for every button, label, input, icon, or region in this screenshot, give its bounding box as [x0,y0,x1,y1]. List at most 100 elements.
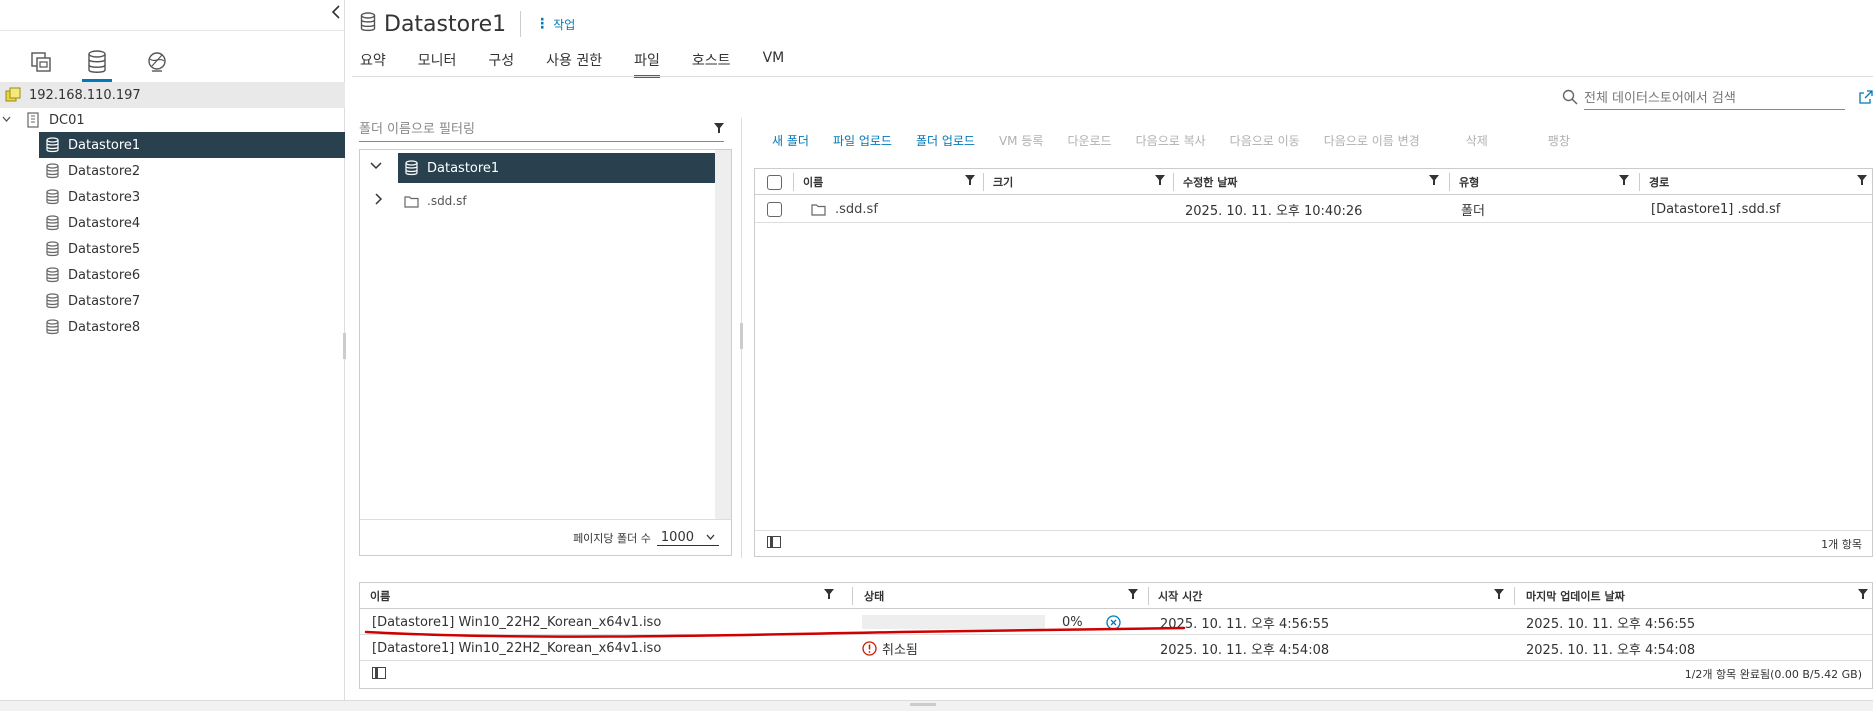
task-row[interactable]: [Datastore1] Win10_22H2_Korean_x64v1.iso… [360,635,1872,661]
inflate-button[interactable]: 팽창 [1548,132,1570,152]
chevron-right-icon[interactable] [374,193,384,209]
folder-tree-scrollbar[interactable] [715,150,731,520]
task-row[interactable]: [Datastore1] Win10_22H2_Korean_x64v1.iso… [360,609,1872,635]
cancel-upload-icon[interactable] [1106,609,1121,635]
column-header-size[interactable]: 크기 [983,169,1173,195]
tree-item-datastore1[interactable]: Datastore1 [39,132,345,158]
navigator-resize-handle[interactable] [343,333,346,359]
tab-hosts[interactable]: 호스트 [692,46,731,76]
chevron-down-icon [706,530,715,545]
table-row[interactable]: .sdd.sf 2025. 10. 11. 오후 10:40:26 폴더 [Da… [755,195,1872,223]
tree-item-datastore5[interactable]: Datastore5 [39,236,345,262]
folder-filter-input[interactable] [359,122,714,137]
main-content: Datastore1 ⋮ 작업 요약 모니터 구성 사용 권한 파일 호스트 V… [352,0,1873,700]
actions-menu-button[interactable]: ⋮ 작업 [535,16,575,33]
tree-item-datastore6[interactable]: Datastore6 [39,262,345,288]
page-title: Datastore1 [384,11,507,37]
tab-summary[interactable]: 요약 [360,46,386,76]
filter-icon[interactable] [1494,589,1504,602]
column-header-status[interactable]: 상태 [852,583,1148,609]
tree-item-datastore2[interactable]: Datastore2 [39,158,345,184]
filter-icon[interactable] [1619,175,1629,188]
column-header-last-updated[interactable]: 마지막 업데이트 날짜 [1514,583,1872,609]
folder-tree-panel: Datastore1 .sdd.sf 페이지당 폴더 수 1000 [359,149,732,556]
network-icon[interactable] [140,44,174,80]
filter-icon[interactable] [1429,175,1439,188]
tree-item-datacenter[interactable]: DC01 [0,107,345,133]
tree-item-datastore8[interactable]: Datastore8 [39,314,345,340]
datacenter-label: DC01 [49,112,85,128]
cell-name[interactable]: .sdd.sf [835,195,878,223]
vcenter-icon [4,86,22,104]
column-header-type[interactable]: 유형 [1449,169,1639,195]
upload-tasks-panel: 이름 상태 시작 시간 마지막 업데이트 날짜 [Datastore1] Win… [359,582,1873,689]
cell-path: [Datastore1] .sdd.sf [1651,201,1781,217]
folder-tree-root[interactable]: Datastore1 [398,153,717,183]
column-header-modified[interactable]: 수정한 날짜 [1173,169,1449,195]
task-status-text: 취소됨 [882,642,918,658]
tree-item-host[interactable]: 192.168.110.197 [0,82,345,108]
filter-icon[interactable] [965,175,975,188]
upload-folder-button[interactable]: 폴더 업로드 [916,132,975,152]
bottom-panel-bar [0,700,1873,711]
tab-monitor[interactable]: 모니터 [418,46,457,76]
filter-icon[interactable] [1857,175,1867,188]
tab-files[interactable]: 파일 [634,46,660,78]
host-ip-label: 192.168.110.197 [29,87,141,103]
datastore-icon [43,266,61,284]
files-grid: 이름 크기 수정한 날짜 유형 경로 .sdd.sf 2025. 10. 11.… [754,168,1873,557]
column-header-name[interactable]: 이름 [793,169,983,195]
tasks-footer: 1/2개 항목 완료됨(0.00 B/5.42 GB) [360,660,1872,688]
collapse-navigator-icon[interactable] [330,4,346,24]
chevron-down-icon[interactable] [370,160,382,175]
cell-modified: 2025. 10. 11. 오후 10:40:26 [1185,203,1363,219]
upload-files-button[interactable]: 파일 업로드 [833,132,892,152]
filter-icon[interactable] [824,589,834,602]
move-to-button[interactable]: 다음으로 이동 [1230,132,1300,152]
bottom-resize-handle[interactable] [910,703,936,706]
filter-icon[interactable] [1858,589,1868,602]
column-header-path[interactable]: 경로 [1639,169,1871,195]
column-header-start-time[interactable]: 시작 시간 [1148,583,1514,609]
chevron-down-icon[interactable] [2,113,12,128]
tree-item-datastore4[interactable]: Datastore4 [39,210,345,236]
datastore-icon [43,214,61,232]
per-page-label: 페이지당 폴더 수 [573,531,651,545]
panel-resize-handle[interactable] [740,323,743,349]
task-start-time: 2025. 10. 11. 오후 4:54:08 [1160,642,1330,658]
tab-vms[interactable]: VM [763,46,785,76]
datastore-icon [43,188,61,206]
hosts-clusters-icon[interactable] [24,44,58,80]
storage-icon[interactable] [80,44,114,82]
tab-permissions[interactable]: 사용 권한 [546,46,602,76]
popout-icon[interactable] [1859,90,1873,108]
tab-bar: 요약 모니터 구성 사용 권한 파일 호스트 VM [360,46,785,78]
filter-icon[interactable] [1155,175,1165,188]
search-input[interactable] [1584,88,1845,110]
filter-icon[interactable] [714,122,724,137]
select-all-checkbox[interactable] [767,169,782,195]
download-button[interactable]: 다운로드 [1067,132,1111,152]
rename-to-button[interactable]: 다음으로 이름 변경 [1324,132,1420,152]
datastore-icon [360,12,376,36]
delete-button[interactable]: 삭제 [1466,132,1488,152]
copy-to-button[interactable]: 다음으로 복사 [1136,132,1206,152]
folder-filter [359,118,724,142]
folder-tree-item[interactable]: .sdd.sf [375,186,467,216]
column-toggle-icon[interactable] [767,536,781,551]
filter-icon[interactable] [1128,589,1138,602]
tree-item-datastore7[interactable]: Datastore7 [39,288,345,314]
search-icon [1562,89,1578,109]
per-page-select[interactable]: 1000 [656,530,719,546]
datacenter-icon [24,111,42,129]
new-folder-button[interactable]: 새 폴더 [772,132,809,152]
tree-item-datastore3[interactable]: Datastore3 [39,184,345,210]
datastore-label: Datastore7 [68,293,141,309]
column-header-task-name[interactable]: 이름 [360,583,852,609]
tab-configure[interactable]: 구성 [488,46,514,76]
register-vm-button[interactable]: VM 등록 [999,132,1043,152]
datastore-label: Datastore6 [68,267,141,283]
row-checkbox[interactable] [767,195,782,223]
column-toggle-icon[interactable] [372,666,386,682]
task-name: [Datastore1] Win10_22H2_Korean_x64v1.iso [372,614,662,630]
